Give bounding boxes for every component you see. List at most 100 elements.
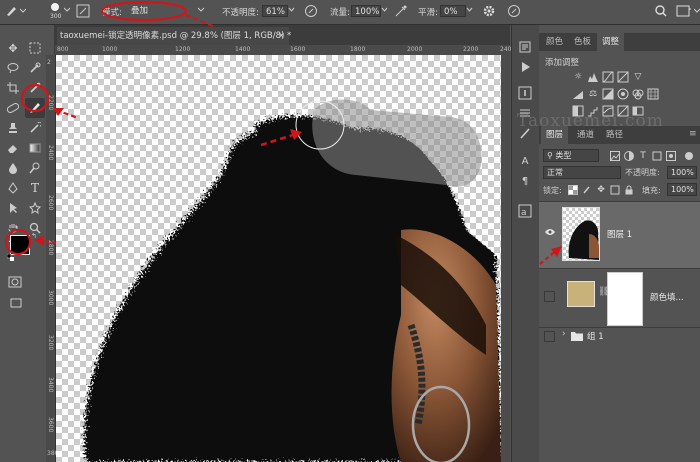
tab-channels[interactable]: 通道 <box>572 126 599 144</box>
chevron-down-icon[interactable] <box>197 5 205 19</box>
brush-tool-icon[interactable] <box>25 98 45 118</box>
history-icon[interactable] <box>517 39 533 55</box>
info-icon[interactable] <box>517 85 533 101</box>
blur-tool-icon[interactable] <box>4 159 22 177</box>
type-filter-icon[interactable]: T <box>637 150 649 162</box>
lock-pixels-icon[interactable] <box>581 184 593 196</box>
chevron-down-icon[interactable] <box>693 7 700 21</box>
crop-tool-icon[interactable] <box>4 79 22 97</box>
filter-toggle-icon[interactable] <box>683 150 695 162</box>
marquee-tool-icon[interactable] <box>26 39 44 57</box>
mode-label: 模式: <box>102 8 122 18</box>
eye-icon[interactable] <box>545 228 555 239</box>
healing-brush-tool-icon[interactable] <box>4 99 22 117</box>
screen-mode-icon[interactable] <box>10 297 22 309</box>
glyphs-icon[interactable]: a <box>517 203 533 219</box>
photo-filter-icon[interactable] <box>617 88 629 100</box>
exposure-icon[interactable] <box>617 71 629 83</box>
paragraph-icon[interactable]: ¶ <box>517 173 533 189</box>
color-balance-icon[interactable]: ⚖ <box>587 88 599 100</box>
layer-row[interactable]: ⛓ 颜色填... <box>539 268 700 327</box>
smart-object-filter-icon[interactable] <box>665 150 677 162</box>
quick-selection-tool-icon[interactable] <box>26 59 44 77</box>
chevron-down-icon[interactable] <box>19 3 27 17</box>
pressure-opacity-icon[interactable] <box>304 4 318 18</box>
lock-artboard-icon[interactable] <box>609 184 621 196</box>
layer-thumbnail <box>562 207 600 261</box>
layer-filter-select[interactable]: ⚲ 类型 <box>543 149 599 162</box>
search-icon[interactable] <box>654 4 668 18</box>
history-brush-tool-icon[interactable] <box>26 119 44 137</box>
workspace-icon[interactable] <box>676 4 691 18</box>
lasso-tool-icon[interactable] <box>4 59 22 77</box>
curves-icon[interactable] <box>602 71 614 83</box>
brush-settings-icon[interactable] <box>76 4 90 18</box>
type-tool-icon[interactable]: T <box>26 179 44 197</box>
default-colors-icon[interactable] <box>6 253 14 261</box>
move-tool-icon[interactable]: ✥ <box>4 39 22 57</box>
custom-shape-tool-icon[interactable] <box>26 199 44 217</box>
lock-all-icon[interactable] <box>623 184 635 196</box>
blend-mode-select[interactable]: 正常 <box>543 166 621 179</box>
layer-row[interactable]: › 组 1 <box>539 327 700 344</box>
smoothing-input[interactable]: 0% <box>440 5 466 17</box>
lock-position-icon[interactable]: ✥ <box>595 184 607 196</box>
flow-input[interactable]: 100% <box>351 5 381 17</box>
dodge-tool-icon[interactable] <box>26 159 44 177</box>
vertical-scrollbar[interactable] <box>501 55 510 462</box>
canvas[interactable] <box>56 55 501 462</box>
play-icon[interactable] <box>517 59 533 75</box>
tab-adjustments[interactable]: 调整 <box>597 33 625 51</box>
close-icon[interactable]: × <box>278 27 285 45</box>
adjustment-filter-icon[interactable] <box>623 150 635 162</box>
panel-menu-icon[interactable]: ≡ <box>689 129 697 139</box>
chevron-down-icon[interactable] <box>381 5 388 19</box>
pressure-size-icon[interactable] <box>507 4 521 18</box>
swap-colors-icon[interactable]: ↰ <box>31 232 39 240</box>
airbrush-icon[interactable] <box>394 4 408 18</box>
brightness-icon[interactable]: ☼ <box>572 71 584 83</box>
chevron-right-icon[interactable]: › <box>562 329 566 339</box>
tab-paths[interactable]: 路径 <box>601 126 628 144</box>
chevron-down-icon[interactable] <box>288 5 295 19</box>
lock-transparent-icon[interactable] <box>567 184 579 196</box>
layer-row[interactable]: 图层 1 <box>539 201 700 268</box>
hue-saturation-icon[interactable] <box>572 88 584 100</box>
opacity-label: 不透明度: <box>222 8 259 18</box>
chevron-down-icon[interactable] <box>63 5 71 19</box>
gradient-tool-icon[interactable] <box>26 139 44 157</box>
layer-opacity-input[interactable]: 100% <box>667 166 697 179</box>
visibility-toggle[interactable] <box>544 331 555 342</box>
mode-select[interactable]: 叠加 <box>128 5 196 17</box>
vibrance-icon[interactable]: ▽ <box>632 71 644 83</box>
folder-icon <box>571 331 583 344</box>
clone-stamp-tool-icon[interactable] <box>4 119 22 137</box>
levels-icon[interactable] <box>587 71 599 83</box>
path-selection-tool-icon[interactable] <box>4 199 22 217</box>
tab-layers[interactable]: 图层 <box>541 126 569 144</box>
character-icon[interactable]: A <box>517 153 533 169</box>
tab-color[interactable]: 颜色 <box>541 33 568 51</box>
eraser-tool-icon[interactable] <box>4 139 22 157</box>
layer-mask-thumbnail[interactable] <box>607 272 643 326</box>
gear-icon[interactable] <box>482 4 496 18</box>
document-title: taoxuemei-锁定透明像素.psd @ 29.8% (图层 1, RGB/… <box>60 31 292 41</box>
shape-filter-icon[interactable] <box>651 150 663 162</box>
channel-mixer-icon[interactable] <box>632 88 644 100</box>
image-filter-icon[interactable] <box>609 150 621 162</box>
document-tab[interactable]: taoxuemei-锁定透明像素.psd @ 29.8% (图层 1, RGB/… <box>57 27 292 45</box>
layer-fill-input[interactable]: 100% <box>667 183 697 196</box>
opacity-input[interactable]: 61% <box>262 5 288 17</box>
tab-swatches[interactable]: 色板 <box>569 33 596 51</box>
eyedropper-tool-icon[interactable] <box>26 79 44 97</box>
color-lookup-icon[interactable] <box>647 88 659 100</box>
black-white-icon[interactable] <box>602 88 614 100</box>
quick-mask-icon[interactable] <box>8 275 22 289</box>
brush-tool-icon[interactable] <box>4 4 18 18</box>
visibility-toggle[interactable] <box>544 291 555 302</box>
chevron-down-icon[interactable] <box>466 5 473 19</box>
fill-color-thumbnail[interactable] <box>567 281 595 307</box>
pen-tool-icon[interactable] <box>4 179 22 197</box>
foreground-color-swatch[interactable] <box>10 235 30 255</box>
panel-dock: A ¶ a <box>511 25 540 462</box>
